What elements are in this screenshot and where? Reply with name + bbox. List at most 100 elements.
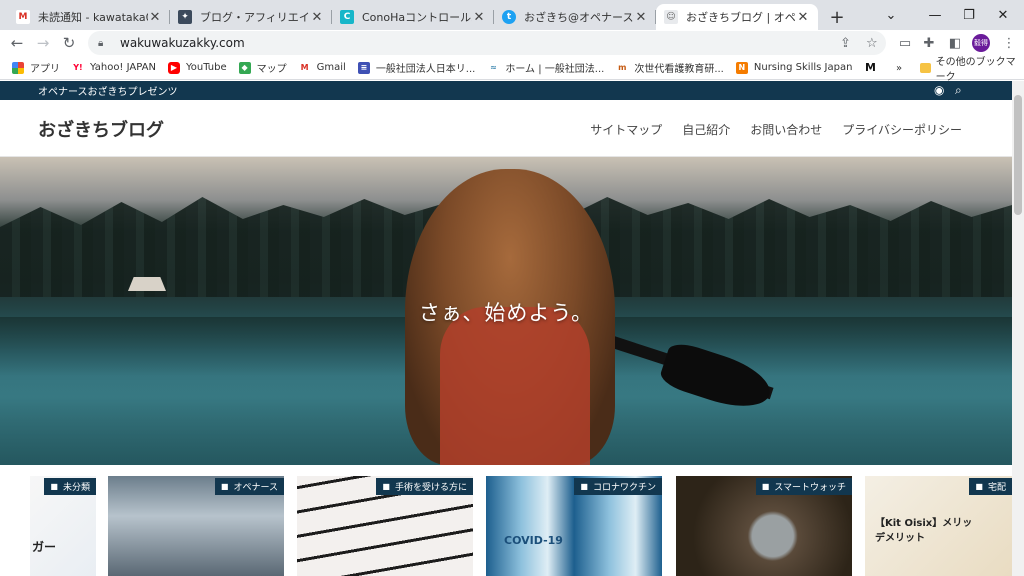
category-badge: ■ スマートウォッチ xyxy=(755,478,852,495)
close-icon[interactable]: ✕ xyxy=(310,10,324,25)
close-window-button[interactable]: ✕ xyxy=(980,0,1024,30)
site-icon: ☺ xyxy=(664,10,678,24)
folder-icon: ■ xyxy=(975,482,983,491)
wave-icon: ≈ xyxy=(487,61,500,74)
conoha-icon: C xyxy=(340,10,354,24)
category-label: 未分類 xyxy=(62,483,90,493)
nav-sitemap[interactable]: サイトマップ xyxy=(590,121,662,138)
ns-icon: N xyxy=(735,61,748,74)
tab-title: おざきち@オペナース辞めま xyxy=(524,11,634,24)
category-badge: ■ 手術を受ける方に xyxy=(376,478,473,495)
tab-gmail[interactable]: M 未読通知 - kawataka0203 ✕ xyxy=(8,4,170,30)
post-card[interactable]: ■ 手術を受ける方に xyxy=(297,476,473,576)
share-icon[interactable]: ⇪ xyxy=(840,36,851,51)
address-bar[interactable]: 🔒︎ wakuwakuzakky.com ⇪ ☆ xyxy=(88,31,886,55)
bookmark-label: Gmail xyxy=(316,62,346,73)
close-icon[interactable]: ✕ xyxy=(796,10,810,25)
browser-toolbar: ← → ↻ 🔒︎ wakuwakuzakky.com ⇪ ☆ xyxy=(0,30,1024,56)
tab-twitter[interactable]: t おざきち@オペナース辞めま ✕ xyxy=(494,4,656,30)
nav-privacy-policy[interactable]: プライバシーポリシー xyxy=(842,121,962,138)
bookmark-apps[interactable]: アプリ xyxy=(12,60,60,75)
bookmark-label: 一般社団法人日本リ... xyxy=(375,64,476,75)
bookmark-nursing-skills[interactable]: N Nursing Skills Japan xyxy=(735,61,853,74)
thumbnail-caption: COVID-19 xyxy=(504,534,563,547)
bookmark-yahoo[interactable]: Y! Yahoo! JAPAN xyxy=(72,61,156,74)
maps-icon: ◆ xyxy=(238,61,251,74)
nav-about[interactable]: 自己紹介 xyxy=(682,121,730,138)
top-banner-text: オペナースおざきちプレゼンツ xyxy=(38,87,178,98)
extension-icon[interactable]: ▭ xyxy=(892,30,918,56)
bookmark-star-icon[interactable]: ☆ xyxy=(866,36,878,51)
lake-cabin xyxy=(128,277,166,291)
bookmark-youtube[interactable]: ▶ YouTube xyxy=(167,61,227,74)
medium-icon: M xyxy=(864,61,877,74)
nav-contact[interactable]: お問い合わせ xyxy=(750,121,822,138)
tab-ozakichi-blog[interactable]: ☺ おざきちブログ | オペナースおざ ✕ xyxy=(656,4,818,30)
bookmarks-overflow-button[interactable]: » xyxy=(896,56,902,80)
folder-icon xyxy=(920,63,931,73)
reload-button[interactable]: ↻ xyxy=(56,30,82,56)
category-badge: ■ 未分類 xyxy=(44,478,96,495)
bookmark-label: YouTube xyxy=(185,62,227,73)
rss-icon[interactable]: ◉ xyxy=(934,83,944,97)
page-scrollbar[interactable] xyxy=(1012,81,1024,576)
bookmarks-bar: アプリ Y! Yahoo! JAPAN ▶ YouTube ◆ マップ M Gm… xyxy=(0,56,1024,80)
hero-image: さぁ、始めよう。 xyxy=(0,157,1012,465)
close-icon[interactable]: ✕ xyxy=(148,10,162,25)
category-label: 手術を受ける方に xyxy=(394,483,467,493)
lock-icon: 🔒︎ xyxy=(98,37,104,49)
back-button[interactable]: ← xyxy=(4,30,30,56)
mortarboard-icon: m xyxy=(616,61,629,74)
bookmark-label: Nursing Skills Japan xyxy=(753,62,853,73)
close-icon[interactable]: ✕ xyxy=(472,10,486,25)
url-text: wakuwakuzakky.com xyxy=(120,36,245,50)
post-card[interactable]: ■ スマートウォッチ xyxy=(676,476,852,576)
post-card[interactable]: ガー ■ 未分類 xyxy=(30,476,96,576)
category-label: スマートウォッチ xyxy=(774,483,846,493)
other-bookmarks-label: その他のブックマーク xyxy=(935,57,1016,83)
post-card[interactable]: ■ オペナース xyxy=(108,476,284,576)
folder-icon: ■ xyxy=(580,482,588,491)
bookmark-label: アプリ xyxy=(30,64,60,75)
tab-search-icon[interactable]: ⌄ xyxy=(868,0,914,30)
folder-icon: ■ xyxy=(50,482,58,491)
category-badge: ■ オペナース xyxy=(214,478,284,495)
other-bookmarks[interactable]: その他のブックマーク xyxy=(920,56,1024,83)
bookmark-label: Yahoo! JAPAN xyxy=(90,62,156,73)
thumbnail-caption: ガー xyxy=(32,540,57,554)
affiliate-icon: ✦ xyxy=(178,10,192,24)
web-page: オペナースおざきちプレゼンツ ◉ ⌕ おざきちブログ サイトマップ 自己紹介 お… xyxy=(0,81,1012,576)
folder-icon: ■ xyxy=(220,482,229,491)
bookmark-maps[interactable]: ◆ マップ xyxy=(238,60,287,75)
gmail-icon: M xyxy=(16,10,30,24)
post-card-row: ガー ■ 未分類 ■ オペナース ■ 手術を受ける方に COVID-19 ■ コロナワク… xyxy=(0,476,1012,576)
new-tab-button[interactable]: + xyxy=(824,4,850,30)
search-icon[interactable]: ⌕ xyxy=(955,83,962,98)
bookmark-gmail[interactable]: M Gmail xyxy=(298,61,346,74)
avatar[interactable]: 毅得 xyxy=(972,34,990,52)
document-icon: ≡ xyxy=(357,61,370,74)
site-top-banner: オペナースおざきちプレゼンツ ◉ ⌕ xyxy=(0,81,1012,100)
site-logo[interactable]: おざきちブログ xyxy=(38,116,164,142)
site-nav: サイトマップ 自己紹介 お問い合わせ プライバシーポリシー xyxy=(570,121,962,138)
tab-affiliate[interactable]: ✦ ブログ・アフィリエイト部 | リベ ✕ xyxy=(170,4,332,30)
life-vest xyxy=(440,307,590,465)
category-label: コロナワクチン xyxy=(592,483,656,493)
youtube-icon: ▶ xyxy=(167,61,180,74)
tab-title: ConoHaコントロールパネル xyxy=(362,11,472,24)
hero-tagline: さぁ、始めよう。 xyxy=(418,301,594,325)
bookmark-nursing-edu[interactable]: m 次世代看護教育研... xyxy=(616,60,724,75)
post-card[interactable]: COVID-19 ■ コロナワクチン xyxy=(486,476,662,576)
category-badge: ■ コロナワクチン xyxy=(574,478,662,495)
site-header: おざきちブログ サイトマップ 自己紹介 お問い合わせ プライバシーポリシー xyxy=(0,100,1012,157)
bookmark-jra[interactable]: ≡ 一般社団法人日本リ... xyxy=(357,60,476,75)
tab-conoha[interactable]: C ConoHaコントロールパネル ✕ xyxy=(332,4,494,30)
yahoo-icon: Y! xyxy=(72,61,84,74)
bookmark-home[interactable]: ≈ ホーム | 一般社団法... xyxy=(487,60,604,75)
folder-icon: ■ xyxy=(761,482,770,491)
post-card[interactable]: 【Kit Oisix】メリッ デメリット ■ 宅配 xyxy=(865,476,1012,576)
scrollbar-thumb[interactable] xyxy=(1014,95,1022,215)
forward-button[interactable]: → xyxy=(30,30,56,56)
bookmark-medium[interactable]: M xyxy=(864,61,882,74)
close-icon[interactable]: ✕ xyxy=(634,10,648,25)
